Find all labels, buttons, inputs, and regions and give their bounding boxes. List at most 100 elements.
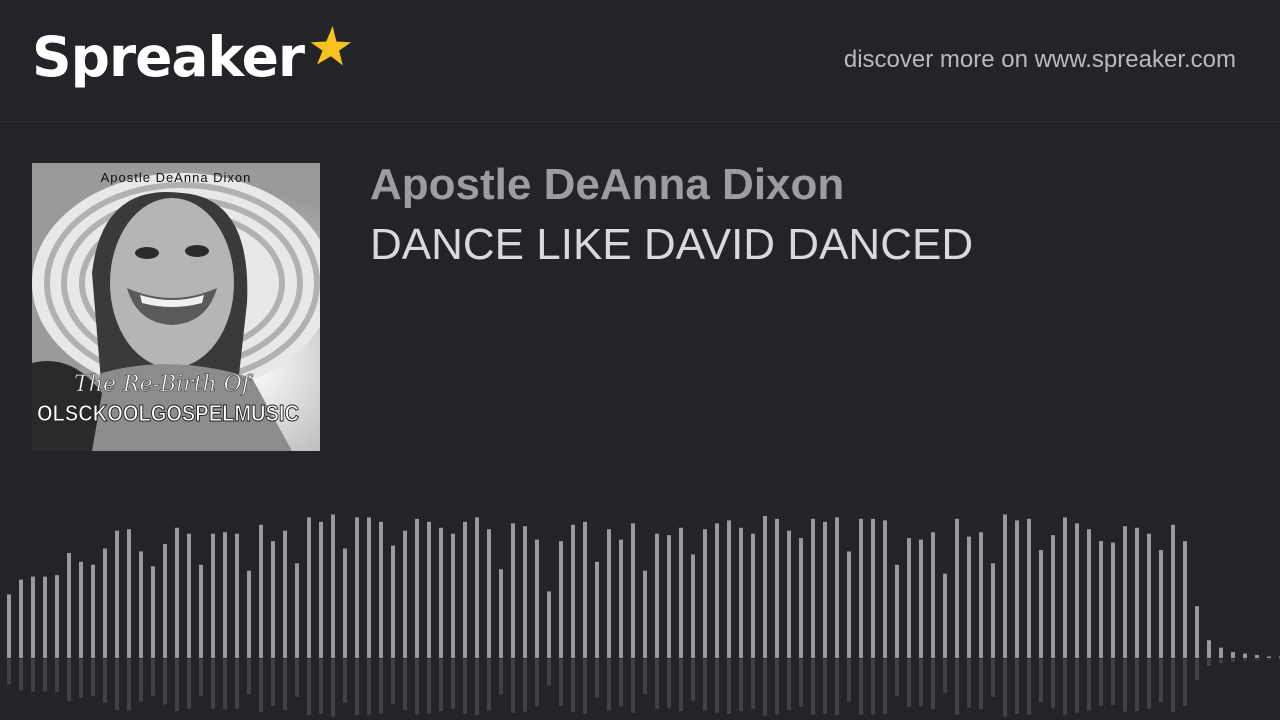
waveform-bar-reflection <box>379 659 383 714</box>
waveform-bar <box>31 576 35 658</box>
waveform-bar <box>823 521 827 658</box>
waveform-bar <box>715 523 719 658</box>
episode-author[interactable]: Apostle DeAnna Dixon <box>370 160 844 210</box>
waveform-bar <box>7 594 11 658</box>
waveform-bar <box>19 579 23 658</box>
waveform-bar-reflection <box>367 659 371 716</box>
waveform-bar <box>1063 517 1067 658</box>
waveform-bar-reflection <box>1039 659 1043 703</box>
waveform-bar <box>115 530 119 658</box>
waveform-bar-reflection <box>463 659 467 714</box>
waveform-bar <box>391 545 395 658</box>
waveform-bar <box>367 517 371 658</box>
waveform-bar <box>79 561 83 658</box>
waveform-bar <box>1159 549 1163 658</box>
waveform-bar <box>199 564 203 658</box>
waveform-bar-reflection <box>847 659 851 702</box>
waveform-bar-reflection <box>331 659 335 717</box>
waveform-bar <box>667 535 671 658</box>
waveform-bar-reflection <box>595 659 599 698</box>
waveform-bar-reflection <box>655 659 659 709</box>
waveform-bar-reflection <box>667 659 671 709</box>
waveform-bar-reflection <box>607 659 611 711</box>
waveform-bar-reflection <box>1231 659 1235 662</box>
waveform-bar-reflection <box>691 659 695 701</box>
waveform-bar <box>487 529 491 658</box>
waveform-bar <box>571 524 575 658</box>
waveform-bar-reflection <box>895 659 899 697</box>
waveform-bar <box>67 552 71 658</box>
waveform-bar-reflection <box>19 659 23 691</box>
waveform-bar-reflection <box>1207 659 1211 667</box>
waveform-bar <box>703 529 707 658</box>
waveform-bar <box>727 520 731 658</box>
waveform-bar-reflection <box>439 659 443 712</box>
waveform-bar <box>751 533 755 658</box>
waveform-bar <box>187 533 191 658</box>
waveform-bar-reflection <box>1183 659 1187 706</box>
waveform-bar <box>907 538 911 658</box>
waveform-bar <box>151 566 155 658</box>
waveform-bar <box>535 539 539 658</box>
waveform-bar-reflection <box>763 659 767 716</box>
waveform-bar <box>895 564 899 658</box>
waveform-bar <box>979 532 983 658</box>
waveform-bar-reflection <box>91 659 95 697</box>
waveform-bar <box>859 518 863 658</box>
waveform-bar-reflection <box>1267 659 1271 660</box>
episode-title: DANCE LIKE DAVID DANCED <box>370 220 974 269</box>
waveform-bar <box>943 573 947 658</box>
discover-link[interactable]: discover more on www.spreaker.com <box>844 46 1236 74</box>
waveform-bar-reflection <box>79 659 83 698</box>
waveform-bar-reflection <box>355 659 359 716</box>
waveform-bar <box>271 541 275 658</box>
waveform-bar-reflection <box>451 659 455 709</box>
waveform-bar <box>415 518 419 658</box>
waveform-bar-reflection <box>1063 659 1067 716</box>
waveform-bar-reflection <box>415 659 419 715</box>
waveform-bar-reflection <box>835 659 839 716</box>
waveform-bar-reflection <box>919 659 923 707</box>
episode-cover-art: Apostle DeAnna Dixon The Re-Birth Of OLS… <box>32 163 320 451</box>
waveform-bar <box>583 521 587 658</box>
waveform-bar <box>799 538 803 658</box>
waveform-bar-reflection <box>751 659 755 709</box>
waveform-bar-reflection <box>175 659 179 712</box>
waveform-bar-reflection <box>151 659 155 696</box>
waveform-bar <box>127 529 131 658</box>
waveform-bar-reflection <box>7 659 11 685</box>
waveform-bar-reflection <box>163 659 167 705</box>
waveform-bar-reflection <box>979 659 983 710</box>
waveform-bar-reflection <box>679 659 683 712</box>
waveform-bar <box>1087 529 1091 658</box>
waveform-bar <box>1051 535 1055 658</box>
waveform-bar-reflection <box>583 659 587 714</box>
waveform-bar <box>1075 523 1079 658</box>
waveform-bar-reflection <box>223 659 227 710</box>
audio-waveform[interactable] <box>0 500 1280 720</box>
waveform-bar <box>739 527 743 658</box>
waveform-bar <box>43 576 47 658</box>
waveform-bar <box>955 518 959 658</box>
waveform-bar <box>1015 520 1019 658</box>
waveform-bar <box>1003 514 1007 658</box>
waveform-bar <box>307 517 311 658</box>
waveform-bar <box>1207 640 1211 658</box>
waveform-bar-reflection <box>523 659 527 712</box>
waveform-bar-reflection <box>943 659 947 693</box>
waveform-bar-reflection <box>187 659 191 709</box>
waveform-bar <box>175 527 179 658</box>
waveform-bar-reflection <box>487 659 491 711</box>
waveform-bar <box>631 523 635 658</box>
waveform-bar-reflection <box>1111 659 1115 706</box>
waveform-bar-reflection <box>859 659 863 715</box>
spreaker-logo[interactable]: Spreaker <box>32 22 352 102</box>
waveform-bar-reflection <box>67 659 71 702</box>
waveform-bar <box>883 520 887 658</box>
cover-top-text: Apostle DeAnna Dixon <box>101 170 252 185</box>
waveform-bar-reflection <box>1135 659 1139 712</box>
waveform-bar <box>1267 656 1271 658</box>
waveform-bar <box>523 526 527 658</box>
waveform-bar-reflection <box>619 659 623 707</box>
waveform-bar-reflection <box>343 659 347 703</box>
